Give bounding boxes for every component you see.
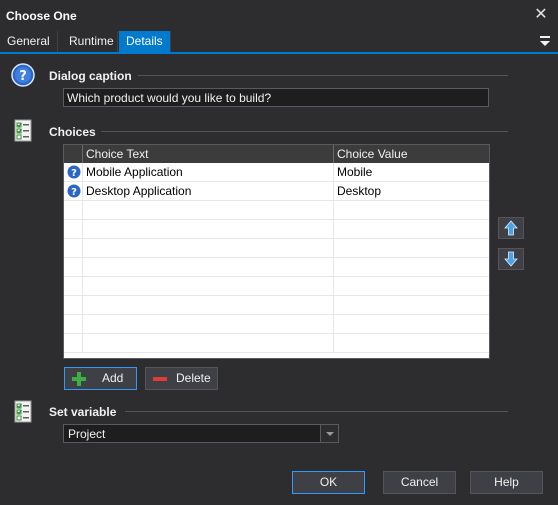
dialog-caption-input[interactable]: Which product would you like to build? [63,88,489,107]
set-variable-value: Project [68,427,106,441]
tab-details[interactable]: Details [119,31,171,52]
set-variable-label: Set variable [49,405,117,419]
add-button-label: Add [102,371,124,385]
question-icon: ? [67,184,81,198]
grid-header: Choice Text Choice Value [64,145,489,163]
title-bar: Choose One ✕ [0,0,558,31]
table-row[interactable]: ? Desktop Application Desktop [64,182,489,201]
arrow-down-icon [504,251,518,267]
delete-button-label: Delete [176,371,211,385]
choice-text-cell[interactable]: Desktop Application [83,182,334,201]
table-row-empty [64,315,489,334]
plus-icon [72,372,86,386]
tab-general[interactable]: General [0,31,58,52]
set-variable-combo[interactable]: Project [63,424,339,443]
help-icon: ? [11,63,35,87]
ok-button[interactable]: OK [292,471,365,494]
minus-icon [153,377,167,381]
section-divider [101,131,508,132]
table-row-empty [64,296,489,315]
tab-menu-icon[interactable] [538,33,552,49]
table-row-empty [64,239,489,258]
choice-value-cell[interactable]: Mobile [334,163,489,182]
row-indicator: ? [64,163,83,182]
chevron-down-icon[interactable] [320,425,338,442]
table-row-empty [64,220,489,239]
dialog-caption-label: Dialog caption [49,69,132,83]
section-divider [125,411,508,412]
grid-header-indicator [64,145,83,163]
tab-bar: General Runtime Details [0,31,558,54]
column-header-choice-value[interactable]: Choice Value [334,145,489,163]
table-row-empty [64,277,489,296]
table-row[interactable]: ? Mobile Application Mobile [64,163,489,182]
choice-text-cell[interactable]: Mobile Application [83,163,334,182]
choices-grid[interactable]: Choice Text Choice Value ? Mobile Applic… [63,144,490,359]
move-down-button[interactable] [498,248,524,270]
table-row-empty [64,258,489,277]
choices-label: Choices [49,125,96,139]
checklist-icon [13,400,37,424]
window-title: Choose One [6,9,77,23]
table-row-empty [64,201,489,220]
table-row-empty [64,334,489,353]
delete-button[interactable]: Delete [145,367,218,390]
add-button[interactable]: Add [64,367,137,390]
column-header-choice-text[interactable]: Choice Text [83,145,334,163]
checklist-icon [13,119,37,143]
choice-value-cell[interactable]: Desktop [334,182,489,201]
cancel-button[interactable]: Cancel [383,471,456,494]
row-indicator: ? [64,182,83,201]
section-divider [138,75,508,76]
svg-text:?: ? [19,69,27,84]
close-button[interactable]: ✕ [530,5,552,25]
question-icon: ? [67,165,81,179]
help-button[interactable]: Help [470,471,543,494]
tab-runtime[interactable]: Runtime [62,31,118,52]
svg-text:?: ? [71,168,77,179]
move-up-button[interactable] [498,217,524,239]
svg-text:?: ? [71,187,77,198]
arrow-up-icon [504,220,518,236]
